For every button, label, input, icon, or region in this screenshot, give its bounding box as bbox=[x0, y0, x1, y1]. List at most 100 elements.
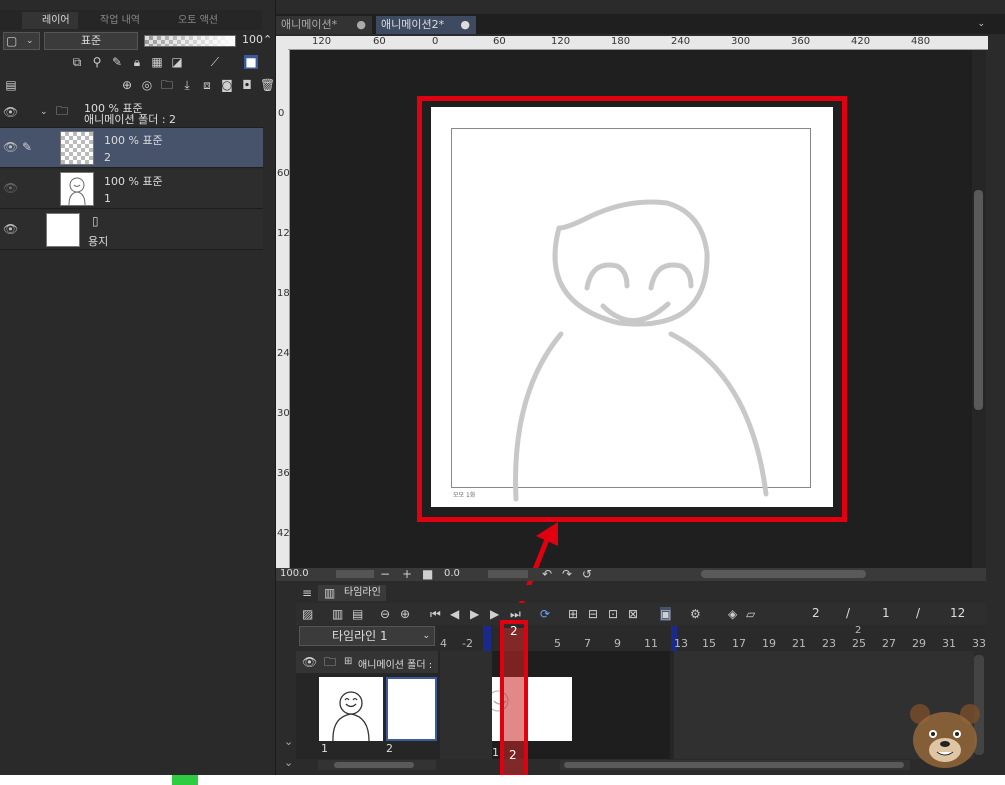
cel-label-2: 2 bbox=[386, 742, 393, 755]
paper-icon: ▯ bbox=[92, 214, 99, 228]
layer-name: 2 bbox=[104, 151, 111, 164]
canvas-status-bar: 100.0 − + ■ 0.0 ↶ ↷ ↺ bbox=[276, 567, 986, 581]
layer-mode: 100 % 표준 bbox=[104, 134, 163, 147]
delete-cel-icon[interactable]: ⊠ bbox=[628, 607, 638, 621]
document-tabs: 애니메이션* ● 애니메이션2* ● ⌄ bbox=[276, 14, 1005, 34]
edit-timeline-icon[interactable]: ▤ bbox=[352, 607, 363, 621]
eye-icon[interactable]: 👁︎ bbox=[3, 181, 18, 195]
scrollbar-thumb[interactable] bbox=[974, 190, 983, 410]
playhead-frame-number: 2 bbox=[510, 624, 518, 638]
angle-slider[interactable] bbox=[488, 570, 528, 578]
chevron-down-icon[interactable]: ⌄ bbox=[40, 105, 48, 119]
chevron-down-icon[interactable]: ⌄ bbox=[977, 17, 985, 31]
eye-icon[interactable]: 👁︎ bbox=[3, 105, 18, 119]
double-chevron-icon[interactable]: ⌄ bbox=[284, 756, 293, 769]
camera-work-icon[interactable]: ⚙ bbox=[690, 607, 701, 621]
mask-apply-icon[interactable]: ◘ bbox=[240, 78, 254, 92]
layer-row-folder[interactable]: 👁︎ ⌄ 🗀︎ 100 % 표준 애니메이션 폴더 : 2 bbox=[0, 96, 263, 128]
cel-thumbnail-2[interactable] bbox=[386, 677, 437, 741]
keyframe-edit-icon[interactable]: ▱ bbox=[746, 607, 755, 621]
zoom-out-icon[interactable]: − bbox=[380, 567, 390, 581]
chevron-down-icon[interactable]: ⌄ bbox=[284, 735, 293, 748]
bear-mascot-icon bbox=[910, 704, 980, 768]
first-frame-icon[interactable]: ⏮︎ bbox=[430, 607, 441, 621]
horizontal-ruler: 120 60 0 60 120 180 240 300 360 420 480 bbox=[288, 36, 988, 50]
zoom-out-icon[interactable]: ⊖ bbox=[380, 607, 390, 621]
current-frame: 2 bbox=[812, 606, 820, 620]
layer-row-cel-1[interactable]: 👁︎ 100 % 표준 1 bbox=[0, 169, 263, 209]
layer-property-icon[interactable]: ▤ bbox=[4, 78, 18, 92]
tab-history[interactable]: 작업 내역 bbox=[80, 12, 154, 29]
trash-icon[interactable]: 🗑︎ bbox=[260, 78, 275, 92]
frame-separator: / bbox=[916, 606, 921, 620]
mask-icon[interactable]: ◪ bbox=[170, 55, 184, 69]
new-animation-cel-icon[interactable]: ⊞ bbox=[568, 607, 578, 621]
play-icon[interactable]: ▶ bbox=[470, 607, 479, 621]
next-frame-icon[interactable]: ▶ bbox=[490, 607, 499, 621]
layer-mode: 100 % 표준 bbox=[104, 175, 163, 188]
layer-row-paper[interactable]: 👁︎ ▯ 용지 bbox=[0, 210, 263, 250]
ruler-icon[interactable]: ⟋ bbox=[208, 55, 222, 69]
draft-icon[interactable]: ✎ bbox=[110, 55, 124, 69]
top-toolbar bbox=[276, 0, 1005, 14]
zoom-value[interactable]: 100.0 bbox=[280, 568, 309, 579]
lock-icon[interactable]: 🔒︎ bbox=[130, 55, 144, 69]
tab-document-2[interactable]: 애니메이션2* ● bbox=[376, 16, 476, 34]
layer-color-icon[interactable]: ■ bbox=[244, 55, 258, 69]
start-frame: 1 bbox=[882, 606, 890, 620]
opacity-slider[interactable] bbox=[144, 35, 236, 47]
cel-thumbnail-1[interactable] bbox=[319, 677, 383, 742]
layer-thumbnail bbox=[60, 172, 94, 206]
blend-mode-select[interactable]: 표준 bbox=[44, 32, 138, 50]
tab-auto-action[interactable]: 오토 액션 bbox=[158, 12, 232, 29]
last-frame-icon[interactable]: ⏭︎ bbox=[510, 607, 521, 621]
expand-icon[interactable]: ⊞ bbox=[344, 655, 352, 669]
zoom-slider[interactable] bbox=[336, 570, 374, 578]
layer-color-select[interactable]: ▢ ⌄ bbox=[3, 32, 40, 50]
eye-icon[interactable]: 👁︎ bbox=[302, 655, 317, 669]
loop-icon[interactable]: ⟳ bbox=[540, 607, 550, 621]
tab-document-1[interactable]: 애니메이션* ● bbox=[276, 16, 372, 34]
reference-icon[interactable]: ⚲ bbox=[90, 55, 104, 69]
layer-row-cel-2[interactable]: 👁︎ ✎ 100 % 표준 2 bbox=[0, 128, 263, 168]
clip-icon[interactable]: ⧉ bbox=[70, 55, 84, 69]
zoom-in-icon[interactable]: ⊕ bbox=[400, 607, 410, 621]
zoom-in-icon[interactable]: + bbox=[402, 567, 412, 581]
timeline-settings-icon[interactable]: ▨ bbox=[302, 607, 313, 621]
horizontal-scroll-thumb[interactable] bbox=[701, 570, 866, 578]
opacity-value[interactable]: 100⌃ bbox=[242, 33, 272, 49]
rename-cel-icon[interactable]: ⊡ bbox=[608, 607, 618, 621]
taskbar-accent bbox=[172, 775, 198, 785]
timeline-left-scrollbar[interactable] bbox=[318, 760, 436, 770]
timeline-horizontal-scrollbar[interactable] bbox=[560, 760, 910, 770]
new-vector-layer-icon[interactable]: ◎ bbox=[140, 78, 154, 92]
tab-layer[interactable]: 레이어 bbox=[22, 12, 78, 29]
angle-value[interactable]: 0.0 bbox=[444, 568, 460, 579]
mask-create-icon[interactable]: ◙ bbox=[220, 78, 234, 92]
rotate-left-icon[interactable]: ↶ bbox=[542, 567, 552, 581]
layer-name: 애니메이션 폴더 : 2 bbox=[84, 113, 177, 126]
reset-rotation-icon[interactable]: ↺ bbox=[582, 567, 592, 581]
track-label[interactable]: 👁︎ 🗀︎ ⊞ 애니메이션 폴더 : bbox=[296, 651, 438, 673]
tab-timeline[interactable]: ▥ 타임라인 bbox=[318, 585, 386, 601]
new-raster-layer-icon[interactable]: ⊕ bbox=[120, 78, 134, 92]
fit-icon[interactable]: ■ bbox=[422, 567, 433, 581]
highlight-box bbox=[417, 96, 847, 522]
merge-icon[interactable]: ⧈ bbox=[200, 78, 214, 92]
keyframe-icon[interactable]: ◈ bbox=[728, 607, 737, 621]
bottom-strip bbox=[0, 775, 1005, 785]
eye-icon[interactable]: 👁︎ bbox=[3, 140, 18, 154]
transfer-down-icon[interactable]: ⤓ bbox=[180, 78, 194, 92]
new-timeline-icon[interactable]: ▥ bbox=[332, 607, 343, 621]
transparent-lock-icon[interactable]: ▦ bbox=[150, 55, 164, 69]
rotate-right-icon[interactable]: ↷ bbox=[562, 567, 572, 581]
timeline-select[interactable]: 타임라인 1 ⌄ bbox=[299, 626, 435, 646]
eye-icon[interactable]: 👁︎ bbox=[3, 222, 18, 236]
layer-thumbnail bbox=[60, 131, 94, 165]
specify-cel-icon[interactable]: ⊟ bbox=[588, 607, 598, 621]
prev-frame-icon[interactable]: ◀ bbox=[450, 607, 459, 621]
onion-skin-icon[interactable]: ▣ bbox=[660, 607, 672, 621]
new-folder-icon[interactable]: 🗀︎ bbox=[160, 78, 174, 92]
range-start-marker[interactable] bbox=[483, 626, 491, 651]
timeline-header: ≡ bbox=[296, 585, 986, 601]
